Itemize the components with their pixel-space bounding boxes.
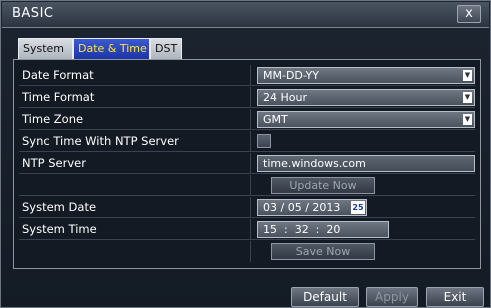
system-date-value: 03 / 05 / 2013: [263, 201, 341, 214]
exit-button[interactable]: Exit: [426, 287, 484, 307]
system-time-label: System Time: [22, 222, 97, 236]
ntp-server-row: NTP Server time.windows.com: [19, 153, 475, 174]
system-date-input[interactable]: 03 / 05 / 2013 25: [257, 199, 367, 216]
default-button[interactable]: Default: [291, 287, 359, 307]
title-bar: BASIC x: [2, 2, 489, 28]
chevron-down-icon: ▼: [463, 114, 472, 125]
time-format-row: Time Format 24 Hour ▼: [19, 87, 475, 108]
ntp-sync-label: Sync Time With NTP Server: [22, 134, 179, 148]
ntp-server-label: NTP Server: [22, 156, 86, 170]
tab-system[interactable]: System: [18, 38, 73, 59]
system-date-row: System Date 03 / 05 / 2013 25: [19, 197, 475, 218]
ntp-server-input[interactable]: time.windows.com: [257, 155, 475, 172]
time-zone-row: Time Zone GMT ▼: [19, 109, 475, 130]
date-format-row: Date Format MM-DD-YY ▼: [19, 65, 475, 86]
window-title: BASIC: [12, 6, 54, 21]
date-format-label: Date Format: [22, 68, 94, 82]
ntp-sync-checkbox[interactable]: [257, 134, 271, 148]
time-zone-label: Time Zone: [22, 112, 84, 126]
tab-date-time[interactable]: Date & Time: [73, 38, 150, 59]
time-format-label: Time Format: [22, 90, 95, 104]
chevron-down-icon: ▼: [463, 70, 472, 81]
save-now-button[interactable]: Save Now: [271, 243, 375, 260]
date-time-panel: Date Format MM-DD-YY ▼ Time Format 24 Ho…: [13, 59, 481, 269]
apply-button[interactable]: Apply: [366, 287, 418, 307]
update-now-row: Update Now: [19, 175, 475, 196]
calendar-icon[interactable]: 25: [351, 201, 365, 214]
tab-dst[interactable]: DST: [150, 38, 182, 59]
system-time-input[interactable]: 15 : 32 : 20: [257, 221, 389, 238]
time-format-value: 24 Hour: [263, 91, 307, 104]
ntp-sync-row: Sync Time With NTP Server: [19, 131, 475, 152]
close-icon: x: [465, 6, 473, 21]
time-zone-select[interactable]: GMT ▼: [257, 111, 475, 128]
date-format-select[interactable]: MM-DD-YY ▼: [257, 67, 475, 84]
system-date-label: System Date: [22, 200, 97, 214]
close-button[interactable]: x: [457, 5, 481, 23]
update-now-button[interactable]: Update Now: [271, 177, 375, 194]
chevron-down-icon: ▼: [463, 92, 472, 103]
system-time-row: System Time 15 : 32 : 20: [19, 219, 475, 240]
time-format-select[interactable]: 24 Hour ▼: [257, 89, 475, 106]
time-zone-value: GMT: [263, 113, 288, 126]
basic-settings-dialog: BASIC x System Date & Time DST Date Form…: [0, 0, 491, 308]
save-now-row: Save Now: [19, 241, 475, 262]
date-format-value: MM-DD-YY: [263, 69, 319, 82]
